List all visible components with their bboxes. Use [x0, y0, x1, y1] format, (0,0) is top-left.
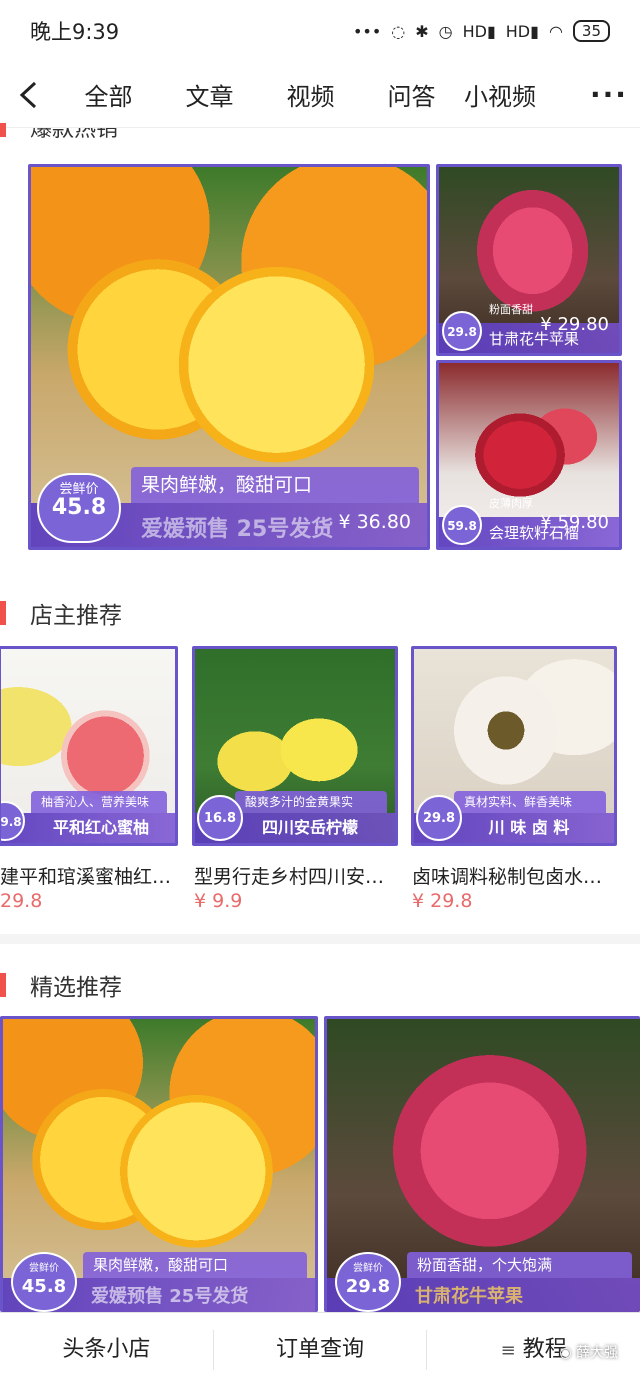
- bottom-nav-orders[interactable]: 订单查询: [214, 1330, 428, 1370]
- hot-product-apple[interactable]: 粉面香甜 甘肃花牛苹果 ¥ 29.80 29.8: [436, 164, 622, 356]
- product-price: 29.8: [0, 890, 43, 912]
- category-tabs: 全部 文章 视频 问答 小视频: [58, 77, 578, 112]
- product-price: ¥ 29.80: [540, 314, 609, 335]
- tab-articles[interactable]: 文章: [159, 77, 260, 112]
- more-menu-icon[interactable]: ···: [578, 78, 640, 111]
- price-badge: 尝鲜价 45.8: [37, 473, 121, 543]
- divider: [0, 934, 640, 944]
- product-subtitle: 爱媛预售 25号发货: [91, 1286, 249, 1307]
- status-icons: ••• ◌ ✱ ◷ HD▮ HD▮ ◠ 35: [353, 20, 610, 42]
- hot-product-orange[interactable]: 果肉鲜嫩，酸甜可口 爱媛预售 25号发货 ¥ 36.80 尝鲜价 45.8: [28, 164, 430, 550]
- battery-icon: 35: [572, 20, 610, 42]
- section-title-selected: 精选推荐: [0, 968, 122, 1002]
- watermark-text: 薛大强: [576, 1345, 618, 1361]
- product-title[interactable]: 型男行走乡村四川安…: [194, 862, 398, 889]
- product-banner: 柚香沁人、营养美味 平和红心蜜柚: [1, 791, 175, 843]
- section-title-text: 精选推荐: [30, 975, 122, 1001]
- menu-icon: ≡: [500, 1340, 516, 1361]
- price-badge: 16.8: [197, 795, 243, 841]
- product-price: ¥ 59.80: [540, 512, 609, 533]
- product-slogan: 粉面香甜，个大饱满: [407, 1252, 632, 1278]
- product-slogan: 果肉鲜嫩，酸甜可口: [83, 1252, 307, 1278]
- owner-product-pomelo[interactable]: 柚香沁人、营养美味 平和红心蜜柚 9.8: [0, 646, 178, 846]
- price-badge: 尝鲜价 45.8: [11, 1252, 77, 1312]
- product-title[interactable]: 建平和琯溪蜜柚红…: [0, 862, 178, 889]
- product-price: ¥ 36.80: [338, 511, 411, 533]
- section-title-owner: 店主推荐: [0, 596, 122, 630]
- product-slogan: 果肉鲜嫩，酸甜可口: [131, 467, 419, 503]
- price-badge: 29.8: [442, 311, 482, 351]
- tab-all[interactable]: 全部: [58, 77, 159, 112]
- selected-product-orange[interactable]: 果肉鲜嫩，酸甜可口 爱媛预售 25号发货 尝鲜价 45.8: [0, 1016, 318, 1312]
- product-banner-title: 平和红心蜜柚: [52, 818, 149, 837]
- tab-qa[interactable]: 问答: [361, 77, 462, 112]
- selected-product-apple[interactable]: 粉面香甜，个大饱满 甘肃花牛苹果 尝鲜价 29.8: [324, 1016, 640, 1312]
- watermark: ◉ 薛大强: [559, 1342, 618, 1362]
- tab-videos[interactable]: 视频: [260, 77, 361, 112]
- hot-product-pomegranate[interactable]: 皮薄肉厚 会理软籽石榴 ¥ 59.80 59.8: [436, 360, 622, 550]
- alarm-icon: ◌: [391, 21, 406, 41]
- price-badge: 29.8: [416, 795, 462, 841]
- signal-icon-1: HD▮: [462, 21, 496, 41]
- product-tag: 皮薄肉厚: [489, 497, 533, 510]
- status-bar: 晚上9:39 ••• ◌ ✱ ◷ HD▮ HD▮ ◠ 35: [0, 0, 640, 62]
- price-badge: 尝鲜价 29.8: [335, 1252, 401, 1312]
- product-tag: 粉面香甜: [489, 303, 533, 316]
- bottom-nav: 头条小店 订单查询 ≡ 教程: [0, 1312, 640, 1387]
- price-badge: 9.8: [1, 801, 25, 841]
- bottom-nav-shop[interactable]: 头条小店: [0, 1330, 214, 1370]
- product-tag: 真材实料、鲜香美味: [454, 791, 606, 813]
- product-title[interactable]: 卤味调料秘制包卤水…: [412, 862, 618, 889]
- owner-product-lemon[interactable]: 酸爽多汁的金黄果实 四川安岳柠檬 16.8: [192, 646, 398, 846]
- bluetooth-icon: ✱: [415, 21, 429, 41]
- section-title-text: 爆款热销: [30, 117, 119, 142]
- product-tag: 酸爽多汁的金黄果实: [235, 791, 387, 813]
- clock-icon: ◷: [438, 21, 453, 41]
- signal-icon-2: HD▮: [505, 21, 539, 41]
- section-marker: [0, 973, 6, 997]
- tab-short-videos[interactable]: 小视频: [462, 77, 542, 112]
- wechat-icon: ◉: [559, 1345, 572, 1361]
- price-badge: 59.8: [442, 505, 482, 545]
- owner-product-spice[interactable]: 真材实料、鲜香美味 川 味 卤 料 29.8: [411, 646, 617, 846]
- product-subtitle: 甘肃花牛苹果: [415, 1286, 523, 1307]
- section-title-text: 店主推荐: [30, 603, 122, 629]
- product-subtitle: 爱媛预售 25号发货: [141, 517, 334, 542]
- status-time: 晚上9:39: [30, 20, 120, 44]
- section-title-hot: 爆款热销: [0, 118, 118, 142]
- wifi-icon: ◠: [548, 21, 563, 41]
- more-dots-icon: •••: [352, 21, 382, 41]
- product-tag: 柚香沁人、营养美味: [31, 791, 167, 813]
- section-marker: [0, 601, 6, 625]
- section-marker: [0, 123, 6, 137]
- product-price: ¥ 9.9: [194, 890, 243, 912]
- product-price: ¥ 29.8: [412, 890, 473, 912]
